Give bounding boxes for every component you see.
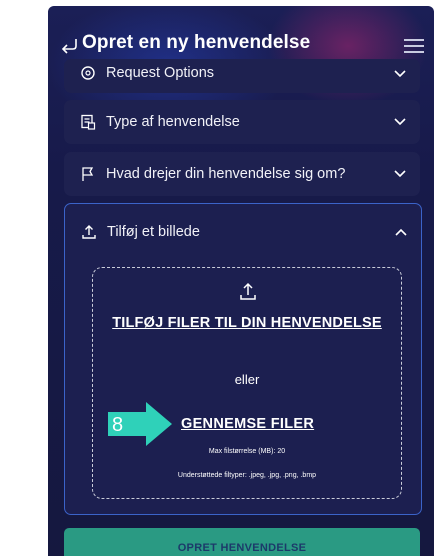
- hamburger-menu-icon[interactable]: [404, 39, 424, 53]
- submit-button[interactable]: OPRET HENVENDELSE: [64, 528, 420, 556]
- page-title: Opret en ny henvendelse: [82, 32, 311, 53]
- back-arrow-icon[interactable]: [60, 37, 80, 55]
- upload-icon: [240, 282, 256, 300]
- chevron-up-icon[interactable]: [395, 228, 407, 236]
- section-topic[interactable]: Hvad drejer din henvendelse sig om?: [64, 152, 420, 196]
- section-attach-image: Tilføj et billede TILFØJ FILER TIL DIN H…: [64, 203, 422, 515]
- file-dropzone[interactable]: TILFØJ FILER TIL DIN HENVENDELSE eller G…: [92, 267, 402, 499]
- section-type[interactable]: Type af henvendelse: [64, 100, 420, 144]
- or-text: eller: [234, 372, 260, 387]
- settings-circle-icon: [81, 66, 95, 80]
- chevron-down-icon: [394, 170, 406, 178]
- document-list-icon: [81, 114, 96, 130]
- section-label: Type af henvendelse: [106, 114, 240, 130]
- add-files-link[interactable]: TILFØJ FILER TIL DIN HENVENDELSE: [93, 315, 401, 331]
- section-request-options[interactable]: Request Options: [64, 59, 420, 93]
- section-label: Request Options: [106, 65, 215, 81]
- browse-files-link[interactable]: GENNEMSE FILER: [181, 416, 314, 432]
- max-file-size-text: Max filstørrelse (MB): 20: [208, 448, 286, 455]
- upload-icon: [82, 225, 96, 239]
- section-label[interactable]: Tilføj et billede: [107, 224, 200, 240]
- flag-icon: [82, 167, 94, 181]
- chevron-down-icon: [394, 70, 406, 78]
- step-marker-number: 8: [112, 414, 124, 436]
- section-label: Hvad drejer din henvendelse sig om?: [106, 166, 346, 182]
- app-window: Opret en ny henvendelse Request Options …: [48, 6, 434, 556]
- chevron-down-icon: [394, 118, 406, 126]
- supported-types-text: Understøttede filtyper: .jpeg, .jpg, .pn…: [177, 472, 317, 479]
